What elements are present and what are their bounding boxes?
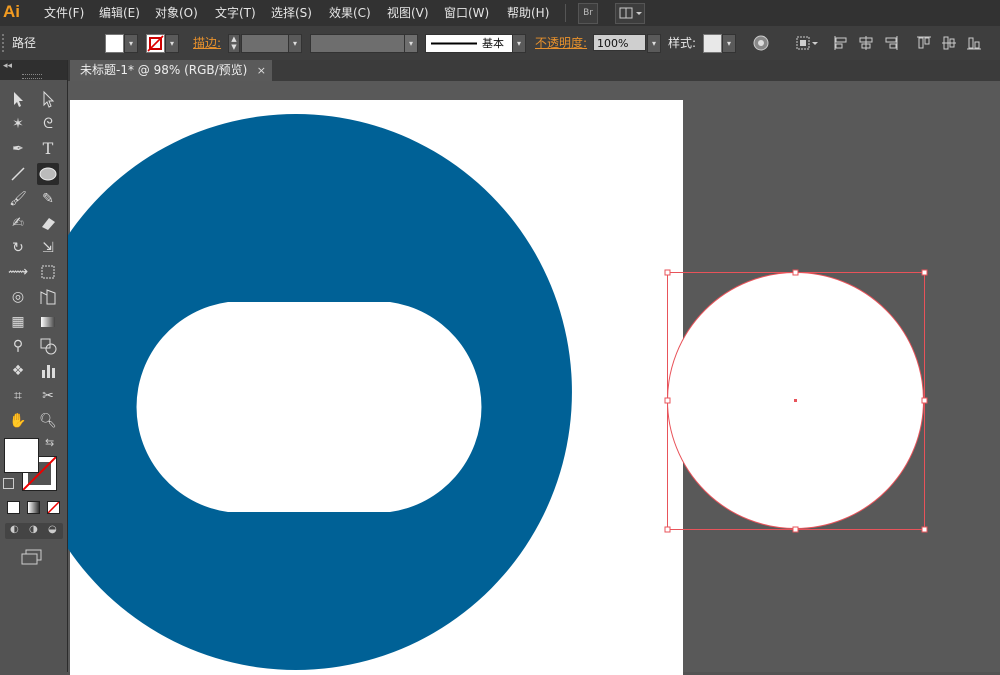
artboard-tool-icon[interactable]: ⌗ — [7, 385, 29, 407]
menu-file[interactable]: 文件(F) — [44, 0, 84, 26]
menu-effect[interactable]: 效果(C) — [329, 0, 371, 26]
free-transform-tool-icon[interactable] — [37, 261, 59, 283]
line-tool-icon[interactable] — [7, 163, 29, 185]
blob-brush-tool-icon[interactable]: ✍ — [7, 212, 29, 234]
draw-inside-icon[interactable]: ◒ — [48, 524, 57, 535]
width-tool-icon[interactable]: ⟿ — [7, 261, 29, 283]
mesh-tool-icon[interactable]: ▦ — [7, 311, 29, 333]
bridge-button[interactable]: Br — [578, 3, 598, 24]
app-logo: Ai — [3, 2, 20, 21]
artwork-layer — [68, 114, 928, 670]
eraser-tool-icon[interactable] — [37, 212, 59, 234]
align-to-icon[interactable] — [795, 34, 819, 52]
control-bar: 路径 ▾ ▾ 描边: ▲ ▼ ▾ ▾ 基本 ▾ 不透明度: 100% ▾ 样式: … — [0, 26, 1000, 61]
fill-dropdown[interactable]: ▾ — [124, 34, 138, 53]
perspective-grid-tool-icon[interactable] — [37, 286, 59, 308]
opacity-label[interactable]: 不透明度: — [535, 26, 587, 60]
grip-icon — [2, 34, 8, 52]
menu-select[interactable]: 选择(S) — [271, 0, 312, 26]
direct-selection-tool-icon[interactable] — [37, 88, 59, 110]
document-tab[interactable]: 未标题-1* @ 98% (RGB/预览) × — [70, 60, 272, 81]
tools-panel-header: ◂◂ — [0, 60, 67, 80]
blue-ring-shape[interactable] — [68, 114, 572, 670]
align-bottom-icon[interactable] — [965, 34, 983, 52]
fill-color-box[interactable] — [4, 438, 39, 473]
canvas[interactable] — [68, 81, 1000, 675]
menu-window[interactable]: 窗口(W) — [444, 0, 489, 26]
graphic-style-swatch[interactable] — [703, 34, 722, 53]
draw-normal-icon[interactable]: ◐ — [10, 524, 19, 535]
brush-definition[interactable]: 基本 — [425, 34, 513, 53]
collapse-icon[interactable]: ◂◂ — [3, 61, 12, 71]
slice-tool-icon[interactable]: ✂ — [37, 385, 59, 407]
pen-tool-icon[interactable]: ✒ — [7, 138, 29, 160]
magic-wand-tool-icon[interactable]: ✶ — [7, 113, 29, 135]
rotate-tool-icon[interactable]: ↻ — [7, 237, 29, 259]
object-type-label: 路径 — [12, 36, 37, 50]
default-colors-icon[interactable] — [3, 478, 14, 489]
recolor-artwork-icon[interactable] — [752, 34, 770, 52]
draw-behind-icon[interactable]: ◑ — [29, 524, 38, 535]
document-tab-title: 未标题-1* @ 98% (RGB/预览) — [80, 63, 248, 77]
document-tab-bar: 未标题-1* @ 98% (RGB/预览) × — [68, 60, 1000, 81]
drawing-modes: ◐ ◑ ◒ — [5, 523, 63, 539]
symbol-sprayer-tool-icon[interactable]: ❖ — [7, 360, 29, 382]
menu-help[interactable]: 帮助(H) — [507, 0, 549, 26]
close-icon[interactable]: × — [257, 60, 266, 81]
zoom-tool-icon[interactable]: 🔍︎ — [37, 410, 59, 432]
arrange-documents-icon — [619, 7, 642, 19]
color-mode-icon[interactable] — [7, 501, 20, 514]
shape-builder-tool-icon[interactable]: ◎ — [7, 286, 29, 308]
menu-divider — [565, 4, 566, 22]
opacity-dropdown[interactable]: ▾ — [647, 34, 661, 53]
paintbrush-tool-icon[interactable]: 🖌︎ — [7, 188, 29, 210]
none-mode-icon[interactable] — [47, 501, 60, 514]
blend-tool-icon[interactable] — [37, 335, 59, 357]
stroke-weight-dropdown[interactable]: ▾ — [288, 34, 302, 53]
stroke-weight-stepper[interactable]: ▲ ▼ — [228, 34, 240, 53]
hand-tool-icon[interactable]: ✋ — [7, 410, 29, 432]
scale-tool-icon[interactable]: ⇲ — [37, 237, 59, 259]
lasso-tool-icon[interactable]: ᘓ — [37, 113, 59, 135]
stroke-label[interactable]: 描边: — [193, 26, 221, 60]
fill-swatch[interactable] — [105, 34, 124, 53]
workspace-switcher-button[interactable] — [615, 3, 645, 24]
graphic-style-dropdown[interactable]: ▾ — [722, 34, 736, 53]
align-left-icon[interactable] — [832, 34, 850, 52]
no-stroke-icon — [147, 35, 164, 52]
menu-type[interactable]: 文字(T) — [215, 0, 256, 26]
profile-dropdown[interactable]: ▾ — [404, 34, 418, 53]
grip-icon — [22, 74, 42, 79]
tools-panel: ◂◂ ✶ ᘓ ✒ T 🖌︎ ✎ ✍ ↻ ⇲ ⟿ ◎ ▦ ⚲ ❖ ⌗ ✂ ✋ 🔍︎… — [0, 60, 68, 672]
menu-object[interactable]: 对象(O) — [155, 0, 198, 26]
brush-name: 基本 — [482, 37, 504, 50]
eyedropper-tool-icon[interactable]: ⚲ — [7, 335, 29, 357]
align-right-icon[interactable] — [882, 34, 900, 52]
swap-fill-stroke-icon[interactable]: ⇆ — [45, 436, 54, 449]
align-vertical-center-icon[interactable] — [940, 34, 958, 52]
gradient-tool-icon[interactable] — [37, 311, 59, 333]
column-graph-tool-icon[interactable] — [37, 360, 59, 382]
brush-dropdown[interactable]: ▾ — [512, 34, 526, 53]
align-horizontal-center-icon[interactable] — [857, 34, 875, 52]
menu-view[interactable]: 视图(V) — [387, 0, 429, 26]
type-tool-icon[interactable]: T — [37, 138, 59, 160]
style-label: 样式: — [668, 36, 697, 50]
ellipse-tool-icon[interactable] — [37, 163, 59, 185]
selection-tool-icon[interactable] — [7, 88, 29, 110]
align-top-icon[interactable] — [915, 34, 933, 52]
screen-mode-icon[interactable] — [20, 549, 44, 565]
gradient-mode-icon[interactable] — [27, 501, 40, 514]
menu-edit[interactable]: 编辑(E) — [99, 0, 140, 26]
center-point-marker — [794, 399, 797, 402]
stroke-dropdown[interactable]: ▾ — [165, 34, 179, 53]
pencil-tool-icon[interactable]: ✎ — [37, 188, 59, 210]
stroke-swatch[interactable] — [146, 34, 165, 53]
stroke-weight-field[interactable] — [241, 34, 289, 53]
variable-width-profile[interactable] — [310, 34, 406, 53]
opacity-field[interactable]: 100% — [593, 34, 646, 51]
menu-bar: Ai 文件(F) 编辑(E) 对象(O) 文字(T) 选择(S) 效果(C) 视… — [0, 0, 1000, 26]
